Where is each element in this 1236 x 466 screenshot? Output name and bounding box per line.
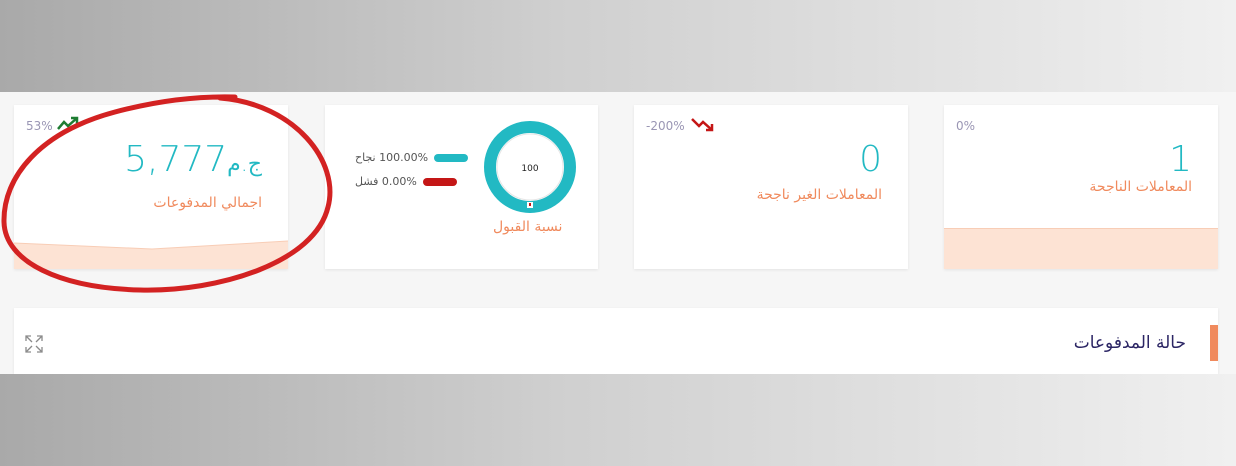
legend-success-swatch bbox=[434, 153, 469, 162]
trend-down-icon bbox=[691, 118, 714, 132]
payments-status-panel: حالة المدفوعات bbox=[14, 308, 1218, 374]
successful-percent: 0% bbox=[956, 119, 976, 133]
currency: ج.م bbox=[227, 152, 262, 177]
total-value: 5,777 bbox=[124, 139, 228, 180]
total-percent: 53% bbox=[26, 119, 53, 133]
panel-title: حالة المدفوعات bbox=[1073, 333, 1186, 353]
acceptance-rate-card: 100 100.00% نجاح 0.00% فشل نسبة القبول bbox=[325, 105, 598, 269]
legend-success-text: 100.00% نجاح bbox=[355, 151, 429, 164]
acceptance-label: نسبة القبول bbox=[493, 219, 563, 235]
legend-success: 100.00% نجاح bbox=[355, 151, 469, 164]
successful-area-chart bbox=[944, 228, 1218, 269]
bottom-background-band bbox=[0, 374, 1236, 466]
legend-failure-text: 0.00% فشل bbox=[355, 175, 417, 188]
trend-up-icon bbox=[57, 116, 79, 130]
total-amount: ج.م5,777 bbox=[124, 139, 262, 180]
failed-percent: -200% bbox=[646, 119, 685, 133]
legend-failure: 0.00% فشل bbox=[355, 175, 457, 188]
successful-label: المعاملات الناجحة bbox=[1089, 179, 1192, 195]
legend-failure-swatch bbox=[422, 177, 457, 186]
successful-count: 1 bbox=[1169, 139, 1192, 180]
failed-label: المعاملات الغير ناجحة bbox=[756, 187, 882, 203]
expand-icon[interactable] bbox=[24, 334, 44, 354]
failed-count: 0 bbox=[859, 139, 882, 180]
successful-transactions-card: 0% 1 المعاملات الناجحة bbox=[944, 105, 1218, 269]
dashboard-content: 0% 1 المعاملات الناجحة -200% 0 المعاملات… bbox=[0, 92, 1236, 374]
total-label: اجمالي المدفوعات bbox=[153, 195, 262, 211]
panel-accent-bar bbox=[1210, 325, 1218, 361]
total-payments-card: 53% ج.م5,777 اجمالي المدفوعات bbox=[14, 105, 288, 269]
failed-transactions-card: -200% 0 المعاملات الغير ناجحة bbox=[634, 105, 908, 269]
total-area-chart bbox=[14, 240, 288, 269]
gauge-value: 100 bbox=[521, 164, 538, 174]
top-background-band bbox=[0, 0, 1236, 92]
acceptance-gauge: 100 bbox=[484, 121, 576, 213]
